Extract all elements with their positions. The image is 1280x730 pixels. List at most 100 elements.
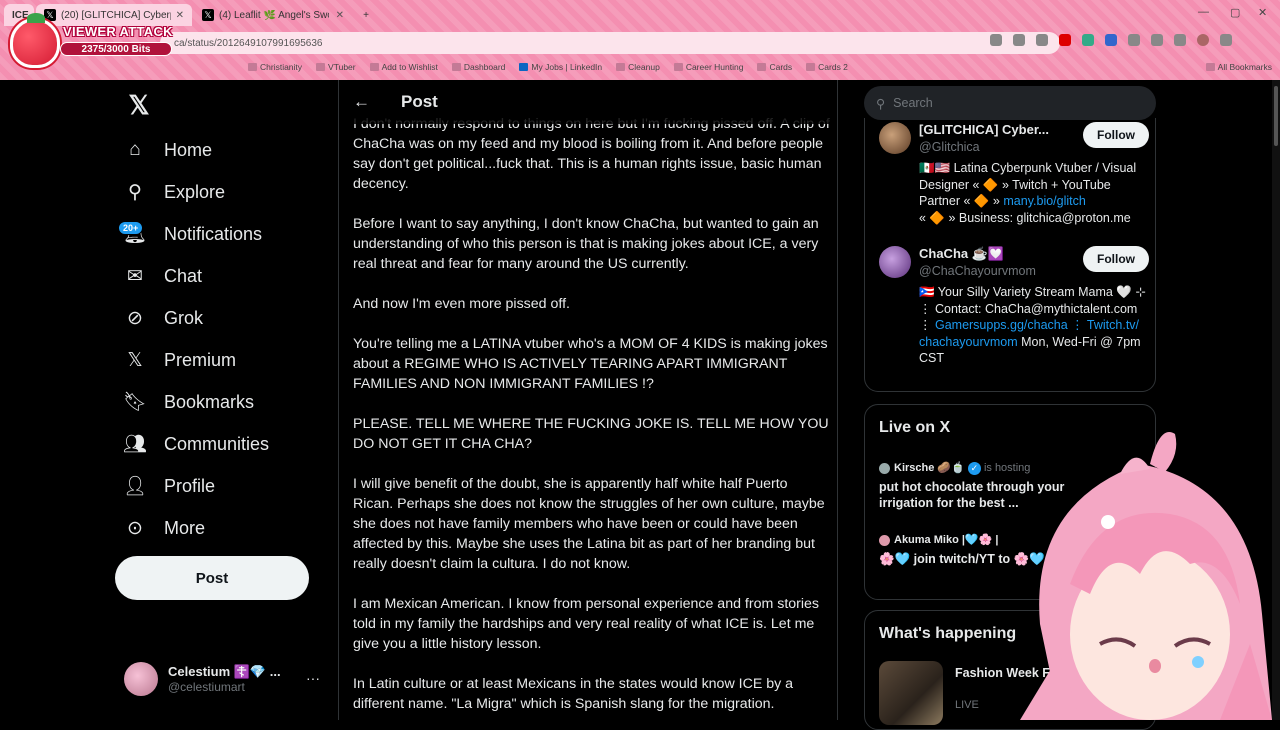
profile-name: [GLITCHICA] Cyber... [919,122,1050,137]
bookmark-item[interactable]: Add to Wishlist [369,62,438,72]
post-paragraph: And now I'm even more pissed off. [353,296,570,312]
extension-icon[interactable] [1059,34,1071,46]
profile-handle: @ChaChayourvmom [919,264,1036,278]
address-bar[interactable]: ca/status/2012649107991695636 [160,32,1060,54]
happening-title: What's happening [879,625,1017,642]
account-switcher[interactable]: Celestium ☦️💎 ... @celestiumart ··· [124,662,324,696]
folder-icon [806,63,816,71]
folder-icon [451,63,461,71]
profile-bio: 🇲🇽🇺🇸 Latina Cyberpunk Vtuber / Visual De… [919,161,1137,225]
bookmark-item[interactable]: Cards [757,62,792,72]
search-input[interactable]: ⚲ Search [864,86,1156,120]
star-icon[interactable] [1036,34,1048,46]
viewer-attack-overlay: VIEWER ATTACK 2375/3000 Bits [8,13,178,68]
bookmark-item[interactable]: VTuber [316,62,356,72]
x-logo-icon[interactable]: 𝕏 [124,90,154,120]
nav-more[interactable]: ⊙ More [124,508,205,548]
menu-icon[interactable] [1174,34,1186,46]
avatar [879,462,890,474]
post-paragraph: I don't normally respond to things on he… [353,116,830,192]
back-arrow-icon[interactable]: ← [353,92,373,112]
nav-communities[interactable]: 👥︎ Communities [122,424,269,464]
maximize-icon[interactable]: ▢ [1230,6,1240,19]
account-name: Celestium ☦️💎 ... [168,664,281,679]
x-icon: 𝕏 [127,349,143,371]
home-icon: ⌂ [129,139,141,160]
bookmarks-bar: Christianity VTuber Add to Wishlist Dash… [0,58,1280,76]
more-circle-icon: ⊙ [127,517,143,539]
page-scrollbar[interactable] [1272,80,1280,720]
left-sidebar: 𝕏 ⌂Home ⚲Explore 🔔︎20+Notifications ✉Cha… [114,80,326,720]
all-bookmarks[interactable]: All Bookmarks [1205,62,1272,72]
live-host-line[interactable]: Akuma Miko |🩵🌸 | [879,533,998,546]
nav-notifications[interactable]: 🔔︎20+Notifications [118,214,262,254]
nav-premium[interactable]: 𝕏 Premium [124,340,236,380]
trend-thumbnail[interactable] [879,661,943,725]
profile-name: ChaCha ☕💟 [919,246,1005,261]
cast-icon[interactable] [1013,34,1025,46]
grok-icon: ⊘ [127,307,143,329]
profile-bio: 🇵🇷 Your Silly Variety Stream Mama 🤍 ⊹ ⋮ … [919,285,1146,366]
kebab-icon[interactable] [1220,34,1232,46]
bookmark-item[interactable]: Cleanup [616,62,660,72]
vtuber-avatar-overlay [1020,432,1272,720]
folder-icon [616,63,626,71]
nav-chat[interactable]: ✉ Chat [124,256,202,296]
folder-icon [757,63,767,71]
post-button[interactable]: Post [115,556,309,600]
follow-button[interactable]: Follow [1083,246,1149,272]
mail-icon: ✉ [127,265,143,287]
zoom-icon[interactable] [990,34,1002,46]
linkedin-icon [519,63,529,71]
bookmark-item[interactable]: Cards 2 [806,62,848,72]
new-tab-button[interactable]: + [356,4,376,26]
bio-link[interactable]: many.bio/glitch [1003,194,1085,208]
avatar [124,662,158,696]
post-paragraph: I will give benefit of the doubt, she is… [353,476,825,572]
more-horizontal-icon[interactable]: ··· [306,670,320,686]
profile-handle: @Glitchica [919,140,980,154]
bookmark-item[interactable]: Dashboard [451,62,505,72]
post-paragraph: PLEASE. TELL ME WHERE THE FUCKING JOKE I… [353,416,829,452]
post-paragraph: I am Mexican American. I know from perso… [353,596,820,652]
bell-icon: 🔔︎20+ [118,221,147,245]
extension-icons [990,34,1232,46]
sidebar-icon[interactable] [1151,34,1163,46]
profile-suggestion[interactable]: ChaCha ☕💟 @ChaChayourvmom Follow 🇵🇷 Your… [879,246,1149,386]
profile-suggestion[interactable]: [GLITCHICA] Cyber... @Glitchica Follow 🇲… [879,122,1149,242]
tab-leaflit[interactable]: 𝕏 (4) Leaflit 🌿 Angel's Sword o ✕ [194,4,352,26]
person-icon: 👤︎ [122,476,148,497]
extension-icon[interactable] [1105,34,1117,46]
post-body: I don't normally respond to things on he… [353,114,831,720]
nav-grok[interactable]: ⊘ Grok [124,298,203,338]
bookmark-item[interactable]: Christianity [248,62,302,72]
main-column: ← Post I don't normally respond to thing… [338,80,838,720]
close-window-icon[interactable]: ✕ [1258,6,1267,19]
verified-icon: ✓ [967,461,981,475]
strawberry-heart-icon [10,13,60,68]
nav-profile[interactable]: 👤︎ Profile [122,466,215,506]
tab-strip: ICE 𝕏 (20) [GLITCHICA] Cyberpunk ✕ 𝕏 (4)… [0,0,1280,28]
search-icon: ⚲ [876,96,886,111]
extension-icon[interactable] [1082,34,1094,46]
avatar [879,534,890,546]
profile-avatar-icon[interactable] [1197,34,1209,46]
communities-icon: 👥︎ [122,434,148,455]
nav-bookmarks[interactable]: 🔖︎ Bookmarks [123,382,254,422]
bookmark-item[interactable]: My Jobs | LinkedIn [519,62,602,72]
viewer-attack-title: VIEWER ATTACK [63,24,173,39]
close-tab-icon[interactable]: ✕ [336,10,344,21]
nav-explore[interactable]: ⚲ Explore [124,172,225,212]
account-handle: @celestiumart [168,680,245,694]
folder-icon [369,63,379,71]
minimize-icon[interactable]: — [1198,6,1209,18]
avatar [879,122,911,154]
puzzle-icon[interactable] [1128,34,1140,46]
folder-icon [1205,63,1215,71]
bits-progress-bar: 2375/3000 Bits [60,42,172,56]
folder-icon [673,63,683,71]
bookmark-item[interactable]: Career Hunting [673,62,743,72]
follow-button[interactable]: Follow [1083,122,1149,148]
post-paragraph: You're telling me a LATINA vtuber who's … [353,336,828,392]
nav-home[interactable]: ⌂ Home [124,130,212,170]
